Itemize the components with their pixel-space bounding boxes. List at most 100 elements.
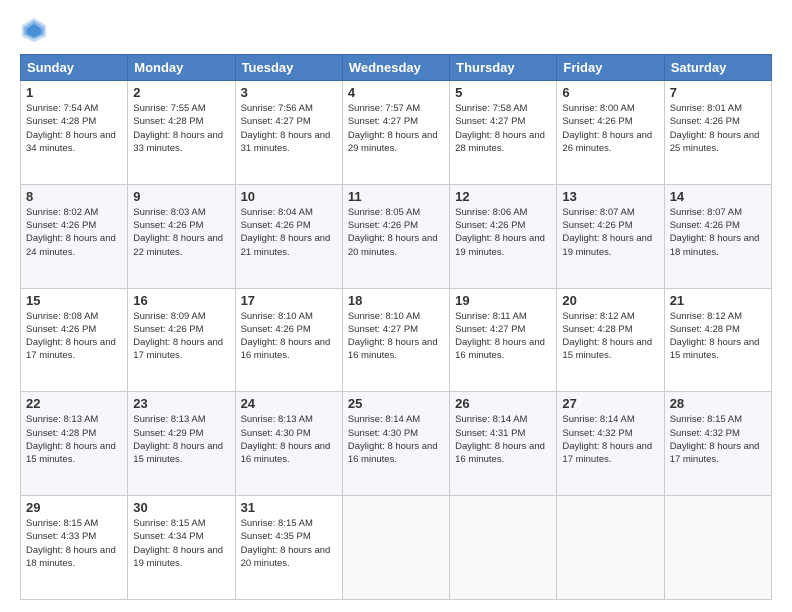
day-number: 17 — [241, 293, 337, 308]
calendar-cell — [557, 496, 664, 600]
sunset-label: Sunset: 4:32 PM — [670, 428, 740, 439]
calendar-cell: 22 Sunrise: 8:13 AM Sunset: 4:28 PM Dayl… — [21, 392, 128, 496]
sunrise-label: Sunrise: 8:05 AM — [348, 207, 420, 218]
sunset-label: Sunset: 4:28 PM — [670, 324, 740, 335]
day-info: Sunrise: 8:10 AM Sunset: 4:27 PM Dayligh… — [348, 310, 444, 363]
day-header-thursday: Thursday — [450, 55, 557, 81]
day-number: 13 — [562, 189, 658, 204]
calendar-cell: 13 Sunrise: 8:07 AM Sunset: 4:26 PM Dayl… — [557, 184, 664, 288]
calendar-cell: 1 Sunrise: 7:54 AM Sunset: 4:28 PM Dayli… — [21, 81, 128, 185]
day-number: 15 — [26, 293, 122, 308]
day-number: 26 — [455, 396, 551, 411]
sunset-label: Sunset: 4:30 PM — [241, 428, 311, 439]
sunset-label: Sunset: 4:32 PM — [562, 428, 632, 439]
day-number: 23 — [133, 396, 229, 411]
daylight-label: Daylight: 8 hours and 17 minutes. — [562, 441, 652, 465]
calendar-cell: 15 Sunrise: 8:08 AM Sunset: 4:26 PM Dayl… — [21, 288, 128, 392]
calendar-cell: 21 Sunrise: 8:12 AM Sunset: 4:28 PM Dayl… — [664, 288, 771, 392]
sunrise-label: Sunrise: 8:12 AM — [670, 311, 742, 322]
daylight-label: Daylight: 8 hours and 16 minutes. — [348, 441, 438, 465]
sunset-label: Sunset: 4:26 PM — [562, 116, 632, 127]
day-info: Sunrise: 8:09 AM Sunset: 4:26 PM Dayligh… — [133, 310, 229, 363]
calendar-cell: 20 Sunrise: 8:12 AM Sunset: 4:28 PM Dayl… — [557, 288, 664, 392]
day-info: Sunrise: 8:05 AM Sunset: 4:26 PM Dayligh… — [348, 206, 444, 259]
day-info: Sunrise: 8:10 AM Sunset: 4:26 PM Dayligh… — [241, 310, 337, 363]
day-number: 5 — [455, 85, 551, 100]
daylight-label: Daylight: 8 hours and 19 minutes. — [455, 233, 545, 257]
day-info: Sunrise: 7:57 AM Sunset: 4:27 PM Dayligh… — [348, 102, 444, 155]
day-number: 16 — [133, 293, 229, 308]
sunrise-label: Sunrise: 8:14 AM — [348, 414, 420, 425]
daylight-label: Daylight: 8 hours and 25 minutes. — [670, 130, 760, 154]
day-info: Sunrise: 8:14 AM Sunset: 4:30 PM Dayligh… — [348, 413, 444, 466]
calendar-cell: 12 Sunrise: 8:06 AM Sunset: 4:26 PM Dayl… — [450, 184, 557, 288]
daylight-label: Daylight: 8 hours and 15 minutes. — [26, 441, 116, 465]
daylight-label: Daylight: 8 hours and 24 minutes. — [26, 233, 116, 257]
day-number: 22 — [26, 396, 122, 411]
calendar-cell: 28 Sunrise: 8:15 AM Sunset: 4:32 PM Dayl… — [664, 392, 771, 496]
day-number: 27 — [562, 396, 658, 411]
calendar-cell: 7 Sunrise: 8:01 AM Sunset: 4:26 PM Dayli… — [664, 81, 771, 185]
day-number: 24 — [241, 396, 337, 411]
sunset-label: Sunset: 4:28 PM — [133, 116, 203, 127]
daylight-label: Daylight: 8 hours and 15 minutes. — [133, 441, 223, 465]
daylight-label: Daylight: 8 hours and 16 minutes. — [455, 337, 545, 361]
day-number: 28 — [670, 396, 766, 411]
day-info: Sunrise: 8:13 AM Sunset: 4:30 PM Dayligh… — [241, 413, 337, 466]
sunrise-label: Sunrise: 8:13 AM — [133, 414, 205, 425]
sunset-label: Sunset: 4:26 PM — [241, 324, 311, 335]
sunrise-label: Sunrise: 8:15 AM — [241, 518, 313, 529]
calendar-cell: 27 Sunrise: 8:14 AM Sunset: 4:32 PM Dayl… — [557, 392, 664, 496]
sunrise-label: Sunrise: 7:54 AM — [26, 103, 98, 114]
sunset-label: Sunset: 4:26 PM — [26, 324, 96, 335]
calendar-cell: 11 Sunrise: 8:05 AM Sunset: 4:26 PM Dayl… — [342, 184, 449, 288]
day-number: 10 — [241, 189, 337, 204]
page: SundayMondayTuesdayWednesdayThursdayFrid… — [0, 0, 792, 612]
calendar-cell: 5 Sunrise: 7:58 AM Sunset: 4:27 PM Dayli… — [450, 81, 557, 185]
calendar-cell: 14 Sunrise: 8:07 AM Sunset: 4:26 PM Dayl… — [664, 184, 771, 288]
day-info: Sunrise: 8:00 AM Sunset: 4:26 PM Dayligh… — [562, 102, 658, 155]
sunset-label: Sunset: 4:26 PM — [26, 220, 96, 231]
calendar-week-4: 22 Sunrise: 8:13 AM Sunset: 4:28 PM Dayl… — [21, 392, 772, 496]
sunset-label: Sunset: 4:26 PM — [670, 220, 740, 231]
daylight-label: Daylight: 8 hours and 21 minutes. — [241, 233, 331, 257]
sunrise-label: Sunrise: 8:12 AM — [562, 311, 634, 322]
sunset-label: Sunset: 4:28 PM — [562, 324, 632, 335]
calendar-cell: 9 Sunrise: 8:03 AM Sunset: 4:26 PM Dayli… — [128, 184, 235, 288]
day-header-tuesday: Tuesday — [235, 55, 342, 81]
day-header-saturday: Saturday — [664, 55, 771, 81]
day-info: Sunrise: 8:07 AM Sunset: 4:26 PM Dayligh… — [670, 206, 766, 259]
calendar-cell: 4 Sunrise: 7:57 AM Sunset: 4:27 PM Dayli… — [342, 81, 449, 185]
daylight-label: Daylight: 8 hours and 15 minutes. — [562, 337, 652, 361]
sunrise-label: Sunrise: 8:03 AM — [133, 207, 205, 218]
daylight-label: Daylight: 8 hours and 17 minutes. — [26, 337, 116, 361]
day-info: Sunrise: 8:13 AM Sunset: 4:29 PM Dayligh… — [133, 413, 229, 466]
sunset-label: Sunset: 4:28 PM — [26, 428, 96, 439]
sunset-label: Sunset: 4:26 PM — [241, 220, 311, 231]
day-number: 8 — [26, 189, 122, 204]
sunrise-label: Sunrise: 8:08 AM — [26, 311, 98, 322]
calendar-cell: 2 Sunrise: 7:55 AM Sunset: 4:28 PM Dayli… — [128, 81, 235, 185]
calendar-cell: 6 Sunrise: 8:00 AM Sunset: 4:26 PM Dayli… — [557, 81, 664, 185]
daylight-label: Daylight: 8 hours and 29 minutes. — [348, 130, 438, 154]
day-info: Sunrise: 7:55 AM Sunset: 4:28 PM Dayligh… — [133, 102, 229, 155]
day-number: 12 — [455, 189, 551, 204]
daylight-label: Daylight: 8 hours and 15 minutes. — [670, 337, 760, 361]
calendar-week-1: 1 Sunrise: 7:54 AM Sunset: 4:28 PM Dayli… — [21, 81, 772, 185]
sunrise-label: Sunrise: 8:09 AM — [133, 311, 205, 322]
day-info: Sunrise: 8:15 AM Sunset: 4:32 PM Dayligh… — [670, 413, 766, 466]
day-number: 19 — [455, 293, 551, 308]
sunset-label: Sunset: 4:26 PM — [455, 220, 525, 231]
day-number: 31 — [241, 500, 337, 515]
calendar-cell: 17 Sunrise: 8:10 AM Sunset: 4:26 PM Dayl… — [235, 288, 342, 392]
calendar-cell: 30 Sunrise: 8:15 AM Sunset: 4:34 PM Dayl… — [128, 496, 235, 600]
day-number: 25 — [348, 396, 444, 411]
sunrise-label: Sunrise: 8:04 AM — [241, 207, 313, 218]
daylight-label: Daylight: 8 hours and 16 minutes. — [241, 441, 331, 465]
sunset-label: Sunset: 4:30 PM — [348, 428, 418, 439]
sunrise-label: Sunrise: 8:06 AM — [455, 207, 527, 218]
sunrise-label: Sunrise: 8:07 AM — [562, 207, 634, 218]
day-header-friday: Friday — [557, 55, 664, 81]
daylight-label: Daylight: 8 hours and 19 minutes. — [562, 233, 652, 257]
calendar-cell: 26 Sunrise: 8:14 AM Sunset: 4:31 PM Dayl… — [450, 392, 557, 496]
